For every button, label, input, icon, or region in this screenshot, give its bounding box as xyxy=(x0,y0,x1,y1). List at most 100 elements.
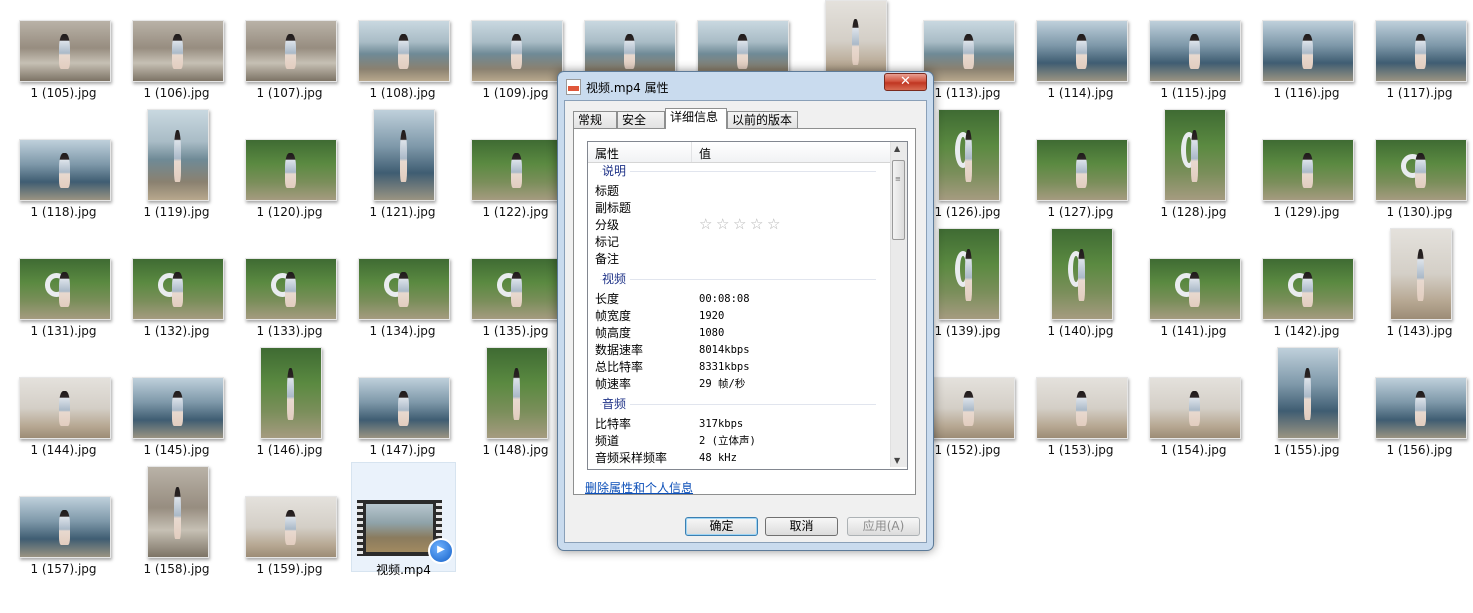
rating-stars[interactable]: ☆ ☆ ☆ ☆ ☆ xyxy=(699,217,784,234)
property-name: 副标题 xyxy=(595,201,632,215)
file-tile[interactable]: 1 (153).jpg xyxy=(1024,375,1137,494)
star-icon[interactable]: ☆ xyxy=(716,217,731,232)
file-tile[interactable]: 1 (158).jpg xyxy=(120,466,233,613)
file-tile[interactable]: 1 (148).jpg xyxy=(459,347,572,494)
property-name: 长度 xyxy=(595,292,620,306)
file-name: 1 (159).jpg xyxy=(256,562,323,576)
file-name: 1 (119).jpg xyxy=(143,205,210,219)
star-icon[interactable]: ☆ xyxy=(699,217,714,232)
property-row[interactable]: 总比特率 8331kbps xyxy=(588,359,890,376)
file-tile[interactable]: 1 (131).jpg xyxy=(7,256,120,375)
star-icon[interactable]: ☆ xyxy=(750,217,765,232)
property-row[interactable]: 帧速率 29 帧/秒 xyxy=(588,376,890,393)
property-row[interactable]: 长度 00:08:08 xyxy=(588,291,890,308)
file-tile[interactable]: 1 (109).jpg xyxy=(459,18,572,137)
scroll-up-icon[interactable]: ▲ xyxy=(894,144,900,153)
property-row[interactable]: 频道 2 (立体声) xyxy=(588,433,890,450)
column-header-value[interactable]: 值 xyxy=(699,145,711,162)
file-tile[interactable]: 1 (122).jpg xyxy=(459,137,572,256)
file-tile[interactable]: 1 (119).jpg xyxy=(120,109,233,256)
vertical-scrollbar[interactable]: ▲ ≡ ▼ xyxy=(890,142,907,467)
dialog-title: 视频.mp4 属性 xyxy=(586,81,669,95)
image-thumbnail xyxy=(357,377,450,439)
star-icon[interactable]: ☆ xyxy=(767,217,782,232)
file-tile[interactable]: 1 (141).jpg xyxy=(1137,256,1250,375)
group-header: 音频 xyxy=(588,396,890,413)
file-tile[interactable]: 1 (132).jpg xyxy=(120,256,233,375)
column-divider[interactable] xyxy=(691,142,692,162)
file-tile[interactable]: 1 (128).jpg xyxy=(1137,109,1250,256)
file-name: 1 (127).jpg xyxy=(1047,205,1114,219)
remove-properties-link[interactable]: 删除属性和个人信息 xyxy=(585,479,693,496)
image-thumbnail xyxy=(372,109,435,201)
file-tile[interactable]: 1 (114).jpg xyxy=(1024,18,1137,137)
property-row[interactable]: 数据速率 8014kbps xyxy=(588,342,890,359)
file-tile[interactable]: 1 (134).jpg xyxy=(346,256,459,375)
apply-button[interactable]: 应用(A) xyxy=(847,517,920,536)
file-name: 1 (154).jpg xyxy=(1160,443,1227,457)
property-row[interactable]: 比特率 317kbps xyxy=(588,416,890,433)
property-row[interactable]: 帧高度 1080 xyxy=(588,325,890,342)
image-thumbnail xyxy=(922,377,1015,439)
image-thumbnail xyxy=(131,377,224,439)
star-icon[interactable]: ☆ xyxy=(733,217,748,232)
image-thumbnail xyxy=(1389,228,1452,320)
close-button[interactable]: ✕ xyxy=(884,73,927,91)
file-tile[interactable]: 1 (159).jpg xyxy=(233,494,346,613)
file-name: 1 (129).jpg xyxy=(1273,205,1340,219)
properties-list[interactable]: 属性 值 说明 标题 副标题 分级 ☆ ☆ ☆ ☆ ☆ 标记 备注 视频 长度 00:08:08 帧宽度 19… xyxy=(587,141,908,470)
column-header-property[interactable]: 属性 xyxy=(595,145,619,162)
group-label: 视频 xyxy=(602,271,631,288)
file-name: 1 (116).jpg xyxy=(1273,86,1340,100)
property-row[interactable]: 音频采样频率 48 kHz xyxy=(588,450,890,467)
scroll-down-icon[interactable]: ▼ xyxy=(894,456,900,465)
file-name: 1 (122).jpg xyxy=(482,205,549,219)
property-row[interactable]: 标记 xyxy=(588,234,890,251)
image-thumbnail xyxy=(18,496,111,558)
ok-button[interactable]: 确定 xyxy=(685,517,758,536)
scroll-thumb[interactable] xyxy=(892,160,905,240)
file-tile[interactable]: 1 (146).jpg xyxy=(233,347,346,494)
file-name: 1 (108).jpg xyxy=(369,86,436,100)
dialog-client-area: 常规 安全 详细信息 以前的版本 属性 值 说明 标题 副标题 分级 ☆ ☆ ☆ ☆ ☆ 标记 备注… xyxy=(564,100,927,543)
file-name: 1 (140).jpg xyxy=(1047,324,1114,338)
file-tile[interactable]: 1 (129).jpg xyxy=(1250,137,1363,256)
tab-previous-versions[interactable]: 以前的版本 xyxy=(727,111,798,128)
image-thumbnail xyxy=(1374,377,1467,439)
file-tile[interactable]: 1 (154).jpg xyxy=(1137,375,1250,494)
image-thumbnail xyxy=(470,258,563,320)
video-file-tile[interactable]: ▶ 视频.mp4 xyxy=(351,462,456,577)
file-tile[interactable]: 1 (143).jpg xyxy=(1363,228,1473,375)
file-tile[interactable]: 1 (117).jpg xyxy=(1363,18,1473,137)
image-thumbnail xyxy=(1035,377,1128,439)
file-tile[interactable]: 1 (107).jpg xyxy=(233,18,346,137)
file-tile[interactable]: 1 (118).jpg xyxy=(7,137,120,256)
property-row[interactable]: 标题 xyxy=(588,183,890,200)
file-tile[interactable]: 1 (120).jpg xyxy=(233,137,346,256)
property-name: 标题 xyxy=(595,184,620,198)
image-thumbnail xyxy=(1035,20,1128,82)
file-tile[interactable]: 1 (121).jpg xyxy=(346,109,459,256)
property-row[interactable]: 帧宽度 1920 xyxy=(588,308,890,325)
cancel-button[interactable]: 取消 xyxy=(765,517,838,536)
dialog-titlebar[interactable]: 视频.mp4 属性 ✕ xyxy=(558,72,933,100)
image-thumbnail xyxy=(937,109,1000,201)
video-file-name: 视频.mp4 xyxy=(376,563,431,577)
file-tile[interactable]: 1 (157).jpg xyxy=(7,494,120,613)
file-tile[interactable]: 1 (140).jpg xyxy=(1024,228,1137,375)
file-tile[interactable]: 1 (105).jpg xyxy=(7,18,120,137)
file-tile[interactable]: 1 (156).jpg xyxy=(1363,375,1473,494)
file-tile[interactable]: 1 (155).jpg xyxy=(1250,347,1363,494)
file-name: 1 (107).jpg xyxy=(256,86,323,100)
file-name: 1 (142).jpg xyxy=(1273,324,1340,338)
file-tile[interactable]: 1 (144).jpg xyxy=(7,375,120,494)
property-row[interactable]: 分级 ☆ ☆ ☆ ☆ ☆ xyxy=(588,217,890,234)
tab-general[interactable]: 常规 xyxy=(573,111,617,128)
property-name: 帧速率 xyxy=(595,377,632,391)
property-row[interactable]: 备注 xyxy=(588,251,890,268)
file-tile[interactable]: 1 (116).jpg xyxy=(1250,18,1363,137)
tab-security[interactable]: 安全 xyxy=(617,111,665,128)
file-name: 1 (114).jpg xyxy=(1047,86,1114,100)
property-name: 帧高度 xyxy=(595,326,632,340)
tab-details[interactable]: 详细信息 xyxy=(665,108,727,129)
